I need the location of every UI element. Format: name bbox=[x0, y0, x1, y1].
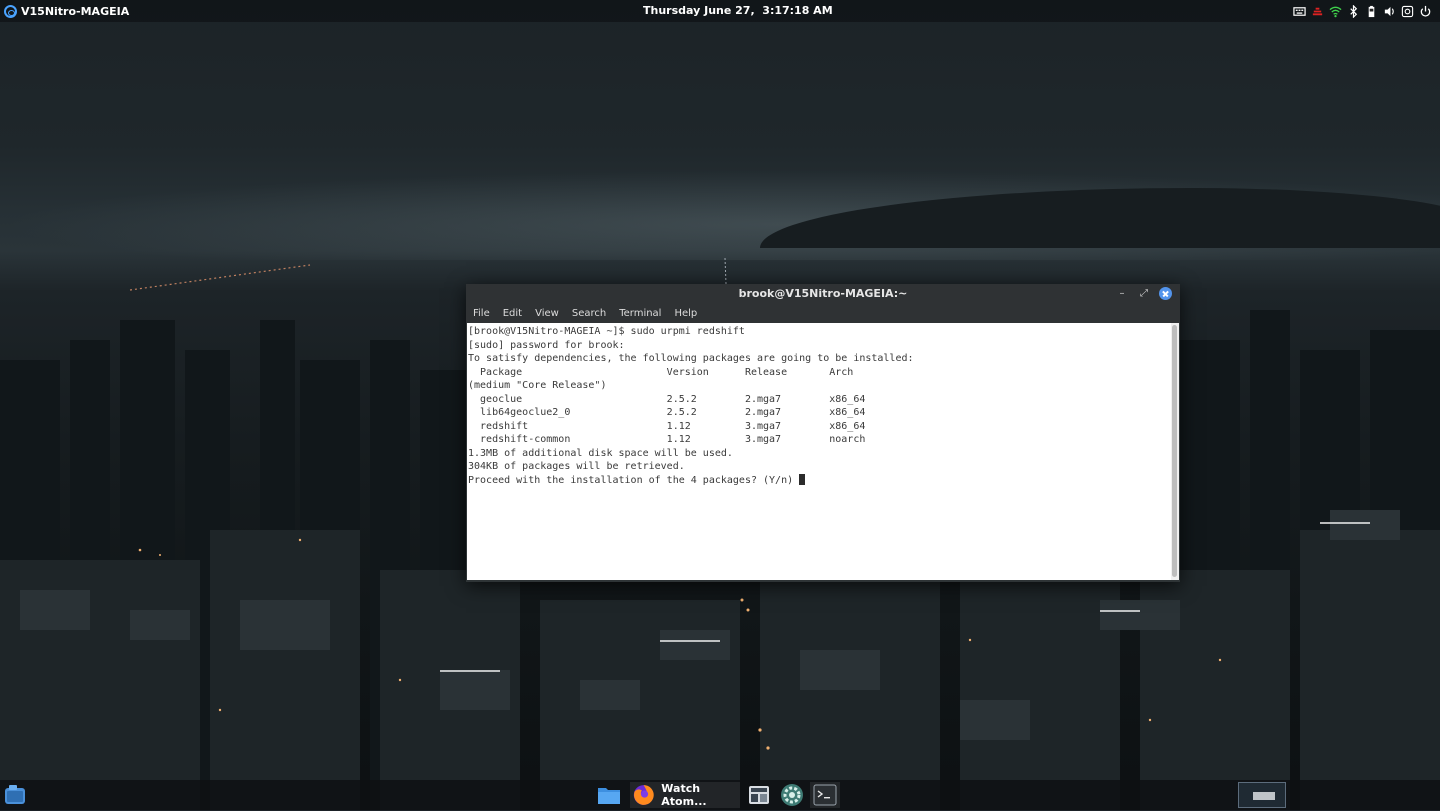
power-icon[interactable] bbox=[1418, 4, 1432, 18]
app-menu-button[interactable]: V15Nitro-MAGEIA bbox=[4, 3, 129, 19]
file-manager-icon bbox=[598, 788, 620, 804]
workspace-4[interactable] bbox=[1390, 782, 1438, 808]
clock[interactable]: Thursday June 27, 3:17:18 AM bbox=[643, 4, 833, 17]
start-menu-button[interactable] bbox=[4, 783, 26, 807]
keyboard-icon[interactable] bbox=[1292, 4, 1306, 18]
firefox-icon bbox=[633, 785, 654, 805]
workspace-3[interactable] bbox=[1340, 782, 1388, 808]
close-button[interactable] bbox=[1159, 287, 1172, 300]
terminal-line: redshift-common 1.12 3.mga7 noarch bbox=[468, 434, 866, 445]
terminal-line: (medium "Core Release") bbox=[468, 380, 607, 391]
system-tray bbox=[1292, 3, 1432, 19]
terminal-line: Package Version Release Arch bbox=[468, 366, 854, 378]
terminal-line: redshift 1.12 3.mga7 x86_64 bbox=[468, 420, 866, 432]
start-menu-icon bbox=[5, 785, 25, 804]
terminal-icon bbox=[813, 784, 837, 806]
settings-icon bbox=[781, 784, 803, 806]
battery-icon[interactable] bbox=[1364, 4, 1378, 18]
distant-lights bbox=[129, 257, 727, 291]
terminal-line: [brook@V15Nitro-MAGEIA ~]$ sudo urpmi re… bbox=[468, 326, 745, 337]
menu-terminal[interactable]: Terminal bbox=[612, 308, 667, 319]
terminal-scrollbar[interactable] bbox=[1171, 323, 1179, 580]
bottom-panel: Watch Atom... bbox=[0, 780, 1440, 810]
bluetooth-icon[interactable] bbox=[1346, 4, 1360, 18]
task-settings[interactable] bbox=[779, 782, 805, 808]
maximize-button[interactable]: ⤢ bbox=[1137, 287, 1151, 301]
terminal-menubar: File Edit View Search Terminal Help bbox=[466, 304, 1180, 323]
terminal-window: brook@V15Nitro-MAGEIA:~ – ⤢ File Edit Vi… bbox=[466, 284, 1180, 582]
task-system-monitor[interactable] bbox=[746, 782, 772, 808]
task-file-manager[interactable] bbox=[596, 782, 622, 808]
terminal-line: lib64geoclue2_0 2.5.2 2.mga7 x86_64 bbox=[468, 407, 866, 418]
scrollbar-thumb[interactable] bbox=[1172, 325, 1177, 577]
workspace-2[interactable] bbox=[1290, 782, 1338, 808]
terminal-line: To satisfy dependencies, the following p… bbox=[468, 353, 914, 364]
terminal-output[interactable]: [brook@V15Nitro-MAGEIA ~]$ sudo urpmi re… bbox=[467, 323, 1171, 580]
workspace-window-preview bbox=[1253, 792, 1275, 800]
volume-icon[interactable] bbox=[1382, 4, 1396, 18]
menu-help[interactable]: Help bbox=[667, 308, 703, 319]
terminal-prompt-line: Proceed with the installation of the 4 p… bbox=[468, 473, 1170, 488]
terminal-line: 1.3MB of additional disk space will be u… bbox=[468, 447, 733, 459]
task-firefox[interactable]: Watch Atom... bbox=[630, 782, 740, 808]
terminal-prompt: Proceed with the installation of the 4 p… bbox=[468, 474, 800, 486]
top-panel: V15Nitro-MAGEIA Thursday June 27, 3:17:1… bbox=[0, 0, 1440, 22]
network-warning-icon[interactable] bbox=[1310, 4, 1324, 18]
task-firefox-label: Watch Atom... bbox=[661, 782, 707, 808]
mageia-logo-icon bbox=[4, 4, 17, 18]
text-cursor bbox=[799, 473, 806, 485]
menu-search[interactable]: Search bbox=[565, 308, 612, 319]
menu-file[interactable]: File bbox=[466, 308, 496, 319]
minimize-button[interactable]: – bbox=[1115, 287, 1129, 301]
window-titlebar[interactable]: brook@V15Nitro-MAGEIA:~ – ⤢ bbox=[466, 284, 1180, 304]
menu-view[interactable]: View bbox=[528, 308, 565, 319]
menu-edit[interactable]: Edit bbox=[496, 308, 528, 319]
window-title: brook@V15Nitro-MAGEIA:~ bbox=[738, 287, 908, 300]
task-terminal[interactable] bbox=[810, 782, 840, 808]
terminal-line: geoclue 2.5.2 2.mga7 x86_64 bbox=[468, 393, 866, 405]
wifi-icon[interactable] bbox=[1328, 4, 1342, 18]
terminal-line: 304KB of packages will be retrieved. bbox=[468, 461, 685, 472]
workspace-1[interactable] bbox=[1238, 782, 1286, 808]
screenshot-icon[interactable] bbox=[1400, 4, 1414, 18]
app-menu-label: V15Nitro-MAGEIA bbox=[21, 4, 130, 18]
system-monitor-icon bbox=[749, 786, 769, 804]
terminal-line: [sudo] password for brook: bbox=[468, 339, 625, 351]
